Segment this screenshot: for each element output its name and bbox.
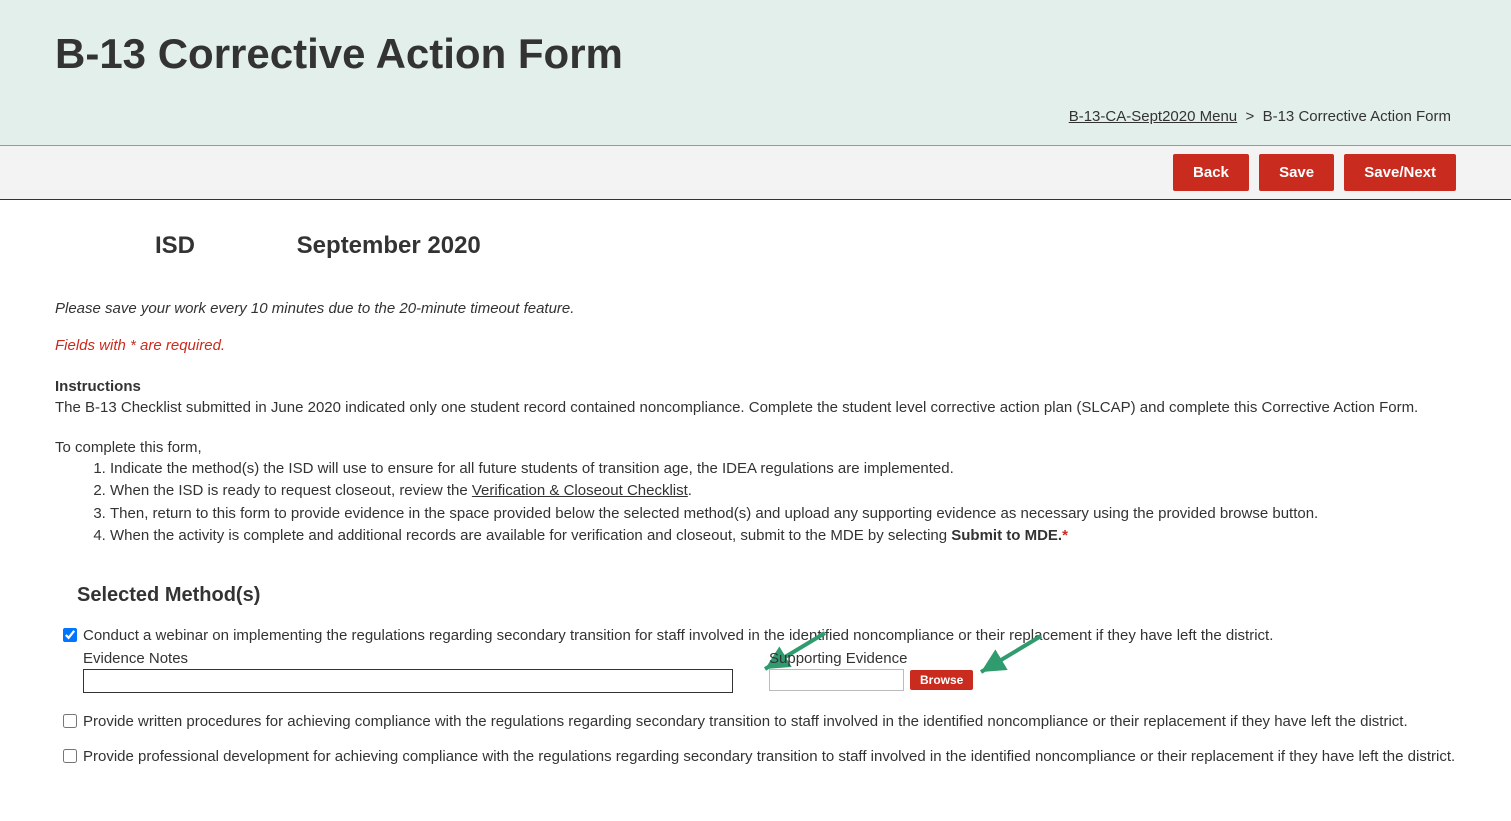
selected-methods-title: Selected Method(s) (77, 584, 1456, 607)
file-display (769, 669, 904, 691)
supporting-evidence-col: Supporting Evidence Browse (769, 650, 973, 691)
method-row-3: Provide professional development for ach… (63, 746, 1456, 767)
instructions-body: The B-13 Checklist submitted in June 202… (55, 397, 1456, 419)
breadcrumb-current: B-13 Corrective Action Form (1263, 108, 1451, 125)
method-2-checkbox[interactable] (63, 714, 77, 728)
method-row-2: Provide written procedures for achieving… (63, 711, 1456, 732)
instructions-title: Instructions (55, 378, 1456, 395)
evidence-notes-label: Evidence Notes (83, 650, 733, 667)
step-4: When the activity is complete and additi… (110, 525, 1456, 548)
step-2: When the ISD is ready to request closeou… (110, 480, 1456, 503)
save-next-button[interactable]: Save/Next (1344, 154, 1456, 191)
evidence-notes-input[interactable] (83, 669, 733, 693)
save-reminder: Please save your work every 10 minutes d… (55, 300, 1456, 317)
evidence-notes-col: Evidence Notes (83, 650, 733, 693)
step-1: Indicate the method(s) the ISD will use … (110, 458, 1456, 481)
method-2-label-wrap[interactable]: Provide written procedures for achieving… (63, 711, 1456, 732)
file-upload-wrap: Browse (769, 669, 973, 691)
isd-label: ISD (155, 232, 290, 260)
content: ISD September 2020 Please save your work… (0, 200, 1511, 821)
supporting-evidence-label: Supporting Evidence (769, 650, 973, 667)
breadcrumb: B-13-CA-Sept2020 Menu > B-13 Corrective … (55, 108, 1456, 125)
step-4-pre: When the activity is complete and additi… (110, 527, 951, 544)
required-fields-note: Fields with * are required. (55, 337, 1456, 354)
method-3-label: Provide professional development for ach… (83, 746, 1455, 767)
instructions-lead: To complete this form, (55, 439, 1456, 456)
method-3-checkbox[interactable] (63, 749, 77, 763)
toolbar: Back Save Save/Next (0, 146, 1511, 200)
page-title: B-13 Corrective Action Form (55, 30, 1456, 78)
method-1-label-wrap[interactable]: Conduct a webinar on implementing the re… (63, 625, 1456, 646)
step-3: Then, return to this form to provide evi… (110, 503, 1456, 526)
verification-checklist-link[interactable]: Verification & Closeout Checklist (472, 482, 688, 499)
breadcrumb-separator: > (1245, 108, 1254, 125)
back-button[interactable]: Back (1173, 154, 1249, 191)
instructions-steps: Indicate the method(s) the ISD will use … (110, 458, 1456, 548)
period-label: September 2020 (297, 232, 481, 259)
header-band: B-13 Corrective Action Form B-13-CA-Sept… (0, 0, 1511, 146)
step-2-pre: When the ISD is ready to request closeou… (110, 482, 472, 499)
method-row-1: Conduct a webinar on implementing the re… (63, 625, 1456, 693)
evidence-block: Evidence Notes Supporting Evidence Brows… (83, 650, 1456, 693)
step-4-star: * (1062, 527, 1068, 544)
browse-button[interactable]: Browse (910, 670, 973, 690)
step-4-bold: Submit to MDE. (951, 527, 1062, 544)
method-1-label: Conduct a webinar on implementing the re… (83, 625, 1273, 646)
method-2-label: Provide written procedures for achieving… (83, 711, 1408, 732)
method-3-label-wrap[interactable]: Provide professional development for ach… (63, 746, 1456, 767)
save-button[interactable]: Save (1259, 154, 1334, 191)
breadcrumb-link[interactable]: B-13-CA-Sept2020 Menu (1069, 108, 1237, 125)
step-2-post: . (688, 482, 692, 499)
method-1-checkbox[interactable] (63, 628, 77, 642)
sub-header: ISD September 2020 (155, 232, 1456, 260)
